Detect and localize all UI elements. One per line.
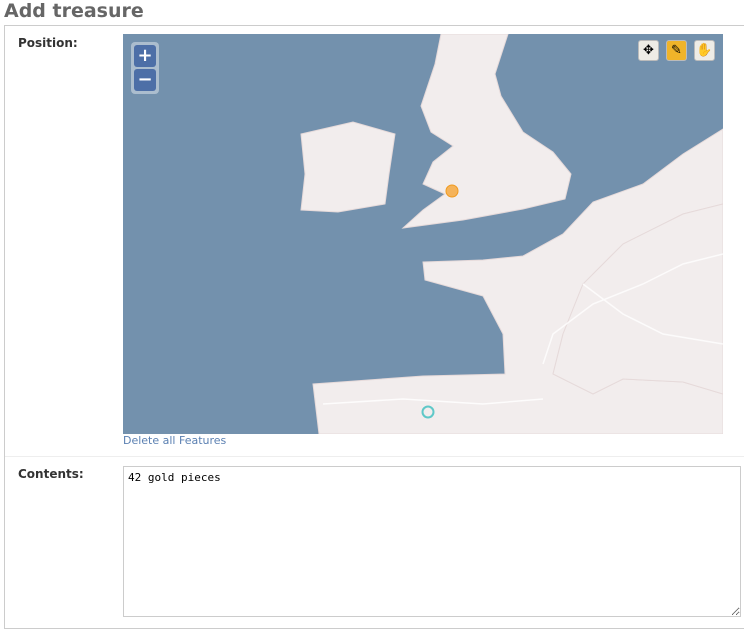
position-label: Position:: [18, 36, 78, 50]
contents-label: Contents:: [18, 467, 84, 481]
zoom-in-button[interactable]: +: [134, 45, 156, 67]
move-icon[interactable]: ✥: [638, 40, 659, 61]
zoom-out-button[interactable]: −: [134, 69, 156, 91]
hand-icon[interactable]: ✋: [694, 40, 715, 61]
great-britain: [401, 34, 572, 229]
contents-textarea[interactable]: 42 gold pieces: [123, 466, 741, 617]
pencil-icon[interactable]: ✎: [666, 40, 687, 61]
feature-point: [445, 184, 459, 198]
ireland: [300, 121, 396, 213]
delete-all-features-link[interactable]: Delete all Features: [123, 434, 226, 447]
page-title: Add treasure: [4, 0, 144, 22]
zoom-control: + −: [131, 42, 159, 94]
map-tiles: [300, 34, 723, 434]
map-widget[interactable]: + − ✥ ✎ ✋: [123, 34, 723, 434]
